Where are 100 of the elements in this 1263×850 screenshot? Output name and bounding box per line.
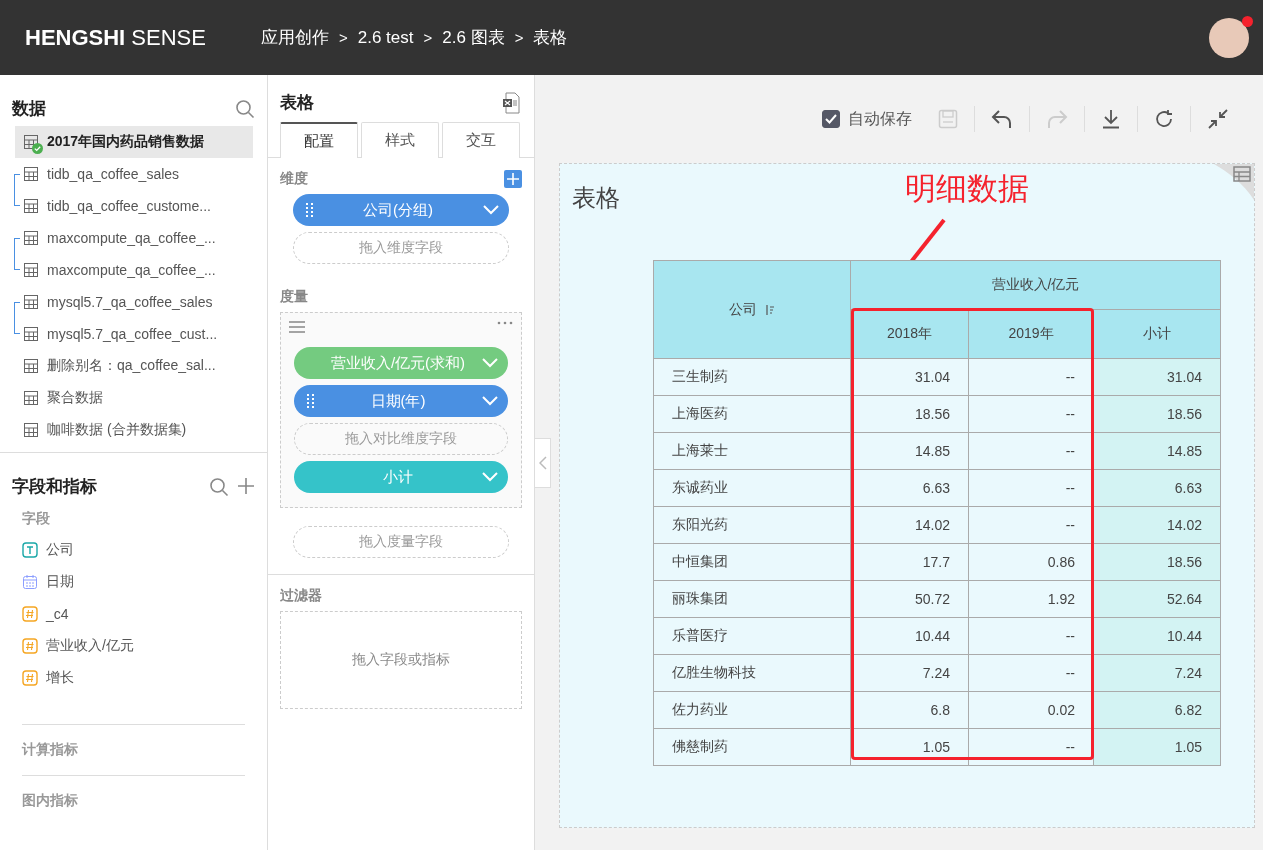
search-icon[interactable] — [235, 98, 255, 119]
column-group-header: 营业收入/亿元 — [850, 260, 1221, 310]
table-cell: 丽珠集团 — [653, 580, 851, 618]
table-cell: 乐普医疗 — [653, 617, 851, 655]
table-cell: 东阳光药 — [653, 506, 851, 544]
table-cell: 14.85 — [1093, 432, 1221, 470]
sort-icon[interactable] — [765, 303, 775, 316]
table-cell: -- — [968, 506, 1094, 544]
add-icon[interactable] — [504, 170, 522, 188]
group-bracket — [14, 302, 20, 334]
dataset-item[interactable]: maxcompute_qa_coffee_... — [15, 222, 253, 254]
table-icon — [23, 326, 39, 342]
dataset-item[interactable]: 聚合数据 — [15, 382, 253, 414]
table-cell: 1.92 — [968, 580, 1094, 618]
chevron-down-icon[interactable] — [482, 472, 498, 482]
breadcrumb-link[interactable]: 表格 — [533, 26, 568, 49]
table-cell: 52.64 — [1093, 580, 1221, 618]
table-icon — [23, 166, 39, 182]
table-icon — [23, 230, 39, 246]
column-header[interactable]: 公司 — [653, 260, 851, 359]
field-name[interactable]: 日期 — [46, 573, 74, 591]
excel-file-icon[interactable] — [502, 91, 520, 114]
more-icon[interactable] — [497, 321, 513, 325]
section-label: 维度 — [280, 170, 308, 188]
chevron-left-icon[interactable] — [538, 456, 547, 470]
table-icon — [23, 134, 39, 150]
chevron-down-icon[interactable] — [483, 205, 499, 215]
table-cell: 0.86 — [968, 543, 1094, 581]
breadcrumb-separator: > — [514, 29, 524, 46]
table-cell: 7.24 — [1093, 654, 1221, 692]
autosave-checkbox[interactable]: 自动保存 — [822, 108, 912, 130]
collapse-icon[interactable] — [1207, 108, 1229, 130]
dataset-item[interactable]: tidb_qa_coffee_custome... — [15, 190, 253, 222]
refresh-icon[interactable] — [1154, 109, 1174, 129]
undo-icon[interactable] — [991, 109, 1013, 129]
config-tab[interactable]: 配置 — [280, 122, 358, 158]
menu-icon[interactable] — [289, 321, 305, 333]
subsection-title: 计算指标 — [20, 740, 79, 759]
drag-handle-icon[interactable] — [306, 394, 314, 408]
table-icon[interactable] — [1214, 164, 1254, 200]
section-title: 字段和指标 — [12, 476, 97, 498]
table-cell: 10.44 — [1093, 617, 1221, 655]
table-cell: 1.05 — [1093, 728, 1221, 766]
table-cell: 14.02 — [1093, 506, 1221, 544]
drop-zone[interactable]: 拖入字段或指标 — [280, 611, 522, 709]
table-cell: -- — [968, 395, 1094, 433]
dataset-item[interactable]: mysql5.7_qa_coffee_cust... — [15, 318, 253, 350]
table-cell: 6.82 — [1093, 691, 1221, 729]
config-tab[interactable]: 样式 — [361, 122, 439, 158]
field-name[interactable]: _c4 — [46, 606, 69, 622]
field-name[interactable]: 增长 — [46, 669, 74, 687]
chevron-down-icon[interactable] — [482, 396, 498, 406]
subsection-title: 字段 — [21, 509, 51, 528]
table-cell: -- — [968, 617, 1094, 655]
dataset-item[interactable]: tidb_qa_coffee_sales — [15, 158, 253, 190]
dataset-item[interactable]: 咖啡数据 (合并数据集) — [15, 414, 253, 446]
table-cell: -- — [968, 358, 1094, 396]
add-icon[interactable] — [237, 476, 255, 495]
table-cell: -- — [968, 469, 1094, 507]
group-bracket — [14, 238, 20, 270]
column-header: 2019年 — [968, 309, 1094, 359]
table-icon — [23, 358, 39, 374]
dataset-item[interactable]: 2017年国内药品销售数据 — [15, 126, 253, 158]
breadcrumb-link[interactable]: 2.6 test — [357, 27, 414, 48]
table-cell: 0.02 — [968, 691, 1094, 729]
subsection-title: 图内指标 — [21, 791, 79, 810]
column-header: 小计 — [1093, 309, 1221, 359]
number-type-icon — [22, 638, 38, 654]
drag-handle-icon[interactable] — [305, 203, 313, 217]
table-icon — [23, 294, 39, 310]
panel-title: 表格 — [280, 92, 314, 114]
chart-title: 表格 — [572, 183, 620, 213]
section-title: 数据 — [12, 98, 46, 120]
table-cell: 佐力药业 — [653, 691, 851, 729]
dataset-item[interactable]: mysql5.7_qa_coffee_sales — [15, 286, 253, 318]
calendar-icon — [22, 574, 38, 590]
field-name[interactable]: 营业收入/亿元 — [46, 637, 134, 655]
dataset-item[interactable]: maxcompute_qa_coffee_... — [15, 254, 253, 286]
breadcrumb-separator: > — [339, 29, 348, 46]
table-cell: 上海莱士 — [653, 432, 851, 470]
table-cell: 18.56 — [1093, 543, 1221, 581]
section-label: 过滤器 — [280, 587, 323, 605]
download-icon[interactable] — [1101, 109, 1121, 129]
breadcrumb-link[interactable]: 应用创作 — [261, 26, 329, 49]
table-cell: 中恒集团 — [653, 543, 851, 581]
table-cell: 三生制药 — [653, 358, 851, 396]
breadcrumb-link[interactable]: 2.6 图表 — [442, 26, 505, 49]
dataset-item[interactable]: 删除别名：qa_coffee_sal... — [15, 350, 253, 382]
chevron-down-icon[interactable] — [482, 358, 498, 368]
text-type-icon — [22, 542, 38, 558]
section-label: 度量 — [280, 288, 309, 306]
breadcrumb-separator: > — [423, 29, 433, 46]
number-type-icon — [22, 670, 38, 686]
table-cell: 上海医药 — [653, 395, 851, 433]
search-icon[interactable] — [209, 476, 229, 497]
table-cell: 18.56 — [1093, 395, 1221, 433]
checkbox[interactable] — [822, 110, 840, 128]
field-name[interactable]: 公司 — [46, 541, 74, 559]
config-tab[interactable]: 交互 — [442, 122, 520, 158]
collapse-handle[interactable] — [535, 438, 551, 488]
